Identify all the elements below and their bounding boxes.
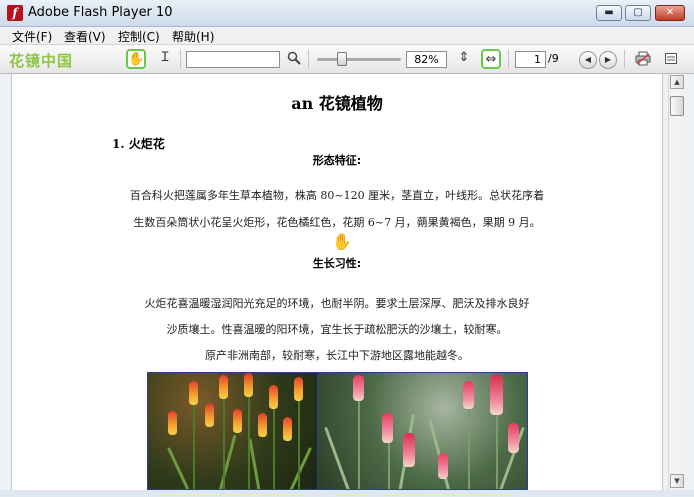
search-button[interactable] — [284, 49, 304, 69]
section-heading: 1. 火炬花 — [112, 137, 165, 151]
torch-lily-photo-pink — [317, 372, 528, 490]
scroll-down-button[interactable]: ▼ — [670, 474, 684, 488]
toolbar-divider — [308, 50, 309, 69]
morphology-heading: 形态特征: — [312, 154, 362, 167]
minimize-button[interactable]: ▬ — [596, 5, 622, 21]
habit-line-2: 沙质壤土。性喜温暖的阳环境，宜生长于疏松肥沃的沙壤土，较耐寒。 — [166, 323, 508, 336]
document-viewer[interactable]: an 花镜植物 1. 火炬花 形态特征: 百合科火把莲属多年生草本植物，株高 8… — [0, 74, 694, 497]
window-title: Adobe Flash Player 10 — [28, 5, 173, 20]
habit-line-3: 原产非洲南部，较耐寒，长江中下游地区露地能越冬。 — [205, 349, 469, 362]
hand-icon: ✋ — [128, 52, 145, 67]
habit-heading: 生长习性: — [312, 257, 362, 270]
fit-width-button[interactable]: ⇔ — [481, 49, 501, 69]
zoom-slider-thumb[interactable] — [337, 52, 347, 66]
prev-page-button[interactable]: ◀ — [579, 51, 597, 69]
close-button[interactable]: ✕ — [655, 5, 685, 21]
fit-height-button[interactable]: ⇕ — [454, 49, 474, 69]
hand-cursor-icon: ✋ — [332, 232, 352, 251]
fit-width-icon: ⇔ — [485, 52, 497, 67]
zoom-percent-field[interactable]: 82% — [406, 51, 447, 68]
panel-icon — [665, 53, 677, 64]
document-page[interactable]: an 花镜植物 1. 火炬花 形态特征: 百合科火把莲属多年生草本植物，株高 8… — [11, 74, 663, 490]
morphology-line-1: 百合科火把莲属多年生草本植物，株高 80~120 厘米，茎直立，叶线形。总状花序… — [129, 189, 545, 202]
menu-bar: 文件(F) 查看(V) 控制(C) 帮助(H) — [0, 27, 694, 45]
magnifier-icon — [287, 51, 301, 65]
site-logo: 花镜中国 — [9, 52, 74, 70]
text-select-tool-button[interactable]: Ｉ — [155, 49, 175, 69]
scroll-thumb[interactable] — [670, 96, 684, 116]
menu-view[interactable]: 查看(V) — [64, 28, 106, 45]
current-page-field[interactable]: 1 — [515, 51, 546, 68]
vertical-scrollbar[interactable]: ▲ ▼ — [668, 74, 685, 490]
torch-lily-photo-orange — [147, 372, 317, 490]
page-total: /9 — [548, 52, 559, 65]
hand-tool-button[interactable]: ✋ — [126, 49, 146, 69]
next-page-button[interactable]: ▶ — [599, 51, 617, 69]
toolbar-divider — [508, 50, 509, 69]
habit-line-1: 火炬花喜温暖湿润阳光充足的环境，也耐半阴。要求土层深厚、肥沃及排水良好 — [144, 297, 530, 310]
viewer-bottom-edge — [0, 490, 694, 497]
toolbar-divider — [624, 50, 625, 69]
printer-icon — [635, 51, 651, 66]
search-input[interactable] — [186, 51, 280, 68]
fit-height-icon: ⇕ — [458, 50, 470, 65]
next-arrow-icon: ▶ — [604, 55, 612, 64]
flash-app-icon: f — [7, 5, 23, 21]
zoom-slider-track[interactable] — [317, 58, 401, 61]
document-title: an 花镜植物 — [291, 94, 383, 113]
toolbar: 花镜中国 ✋ Ｉ 82% ⇕ ⇔ 1 /9 ◀ ▶ — [0, 45, 694, 74]
toolbar-divider — [180, 50, 181, 69]
menu-file[interactable]: 文件(F) — [12, 28, 52, 45]
print-button[interactable] — [633, 49, 653, 69]
toolbar-menu-button[interactable] — [661, 49, 681, 69]
menu-help[interactable]: 帮助(H) — [172, 28, 214, 45]
prev-arrow-icon: ◀ — [584, 55, 592, 64]
title-bar: f Adobe Flash Player 10 ▬ ▢ ✕ — [0, 0, 694, 27]
text-cursor-icon: Ｉ — [158, 50, 172, 65]
scroll-up-button[interactable]: ▲ — [670, 75, 684, 89]
menu-control[interactable]: 控制(C) — [118, 28, 160, 45]
morphology-line-2: 生数百朵筒状小花呈火炬形，花色橘红色，花期 6~7 月，蒴果黄褐色，果期 9 月… — [133, 216, 541, 229]
maximize-button[interactable]: ▢ — [625, 5, 651, 21]
